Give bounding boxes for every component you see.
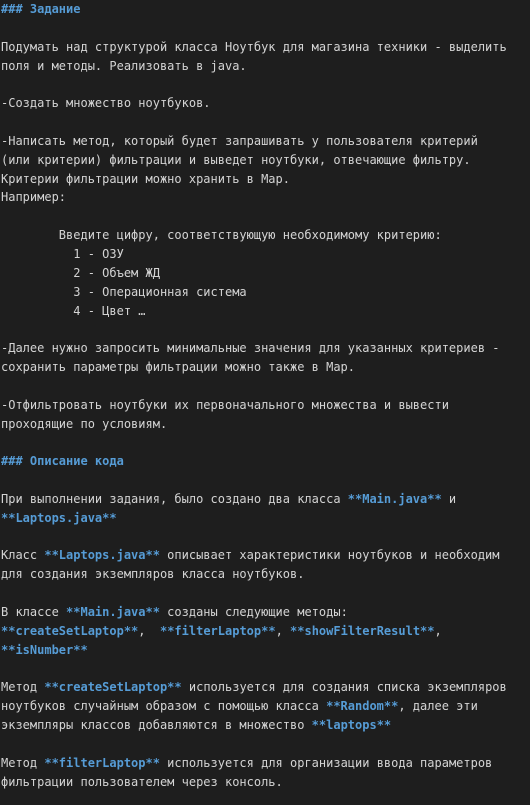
editor-line[interactable] — [1, 735, 530, 754]
markdown-bold: **Laptops.java** — [1, 510, 117, 525]
editor-line[interactable]: поля и методы. Реализовать в java. — [1, 57, 530, 76]
line-text: , далее эти — [398, 699, 478, 714]
editor-line[interactable]: ноутбуков случайным образом с помощью кл… — [1, 697, 530, 716]
line-text: сохранить параметры фильтрации можно так… — [1, 360, 356, 375]
editor-line[interactable]: 4 - Цвет … — [1, 302, 530, 321]
editor-line[interactable] — [1, 19, 530, 38]
editor-line[interactable]: -Создать множество ноутбуков. — [1, 94, 530, 113]
markdown-bold: **Random** — [326, 699, 399, 714]
editor-line[interactable]: В классе **Main.java** созданы следующие… — [1, 603, 530, 622]
editor-line[interactable]: Критерии фильтрации можно хранить в Map. — [1, 170, 530, 189]
line-text: В классе — [1, 605, 67, 619]
editor-line[interactable] — [1, 584, 530, 603]
line-text: -Написать метод, который будет запрашива… — [1, 133, 478, 148]
editor-line[interactable] — [1, 320, 530, 339]
editor-line[interactable]: экземпляры классов добавляются в множест… — [1, 716, 530, 735]
line-text: используется для организации ввода парам… — [159, 755, 493, 770]
editor-line[interactable] — [1, 433, 530, 452]
editor-line[interactable]: Подумать над структурой класса Ноутбук д… — [1, 38, 530, 57]
line-text: созданы следующие методы: — [159, 605, 348, 619]
markdown-bold: **Main.java** — [347, 491, 442, 506]
markdown-bold: **Main.java** — [66, 605, 160, 619]
line-text: -Отфильтровать ноутбуки их первоначально… — [1, 397, 449, 412]
line-text: Метод — [1, 680, 45, 695]
line-text: поля и методы. Реализовать в java. — [1, 58, 247, 73]
line-text: -Далее нужно запросить минимальные значе… — [1, 341, 500, 356]
editor-line[interactable] — [1, 528, 530, 547]
line-text: -Создать множество ноутбуков. — [1, 96, 211, 111]
line-text: фильтрации пользователем через консоль. — [1, 774, 283, 789]
editor-line[interactable]: Метод **createSetLaptop** используется д… — [1, 678, 530, 697]
line-text: Метод — [1, 755, 45, 770]
markdown-bold: **isNumber** — [1, 642, 88, 657]
editor-line[interactable] — [1, 113, 530, 132]
line-text: , — [138, 623, 160, 638]
line-text: Введите цифру, соответствующую необходим… — [1, 228, 442, 243]
editor-line[interactable]: фильтрации пользователем через консоль. — [1, 773, 530, 792]
line-text: экземпляры классов добавляются в множест… — [1, 718, 312, 733]
line-text: 1 - ОЗУ — [1, 246, 124, 261]
editor-line[interactable]: **Laptops.java** — [1, 509, 530, 528]
editor-line[interactable]: 1 - ОЗУ — [1, 245, 530, 264]
line-text: 4 - Цвет … — [1, 303, 146, 318]
markdown-bold: **createSetLaptop** — [44, 680, 182, 695]
line-text: проходящие по условиям. — [1, 416, 168, 431]
markdown-bold: **showFilterResult** — [290, 623, 435, 638]
markdown-bold: **laptops** — [311, 718, 392, 733]
editor-line[interactable]: ### Задание — [1, 0, 530, 19]
markdown-editor[interactable]: ### Задание Подумать над структурой класс… — [0, 0, 530, 805]
editor-line[interactable]: 2 - Объем ЖД — [1, 264, 530, 283]
line-text: Критерии фильтрации можно хранить в Map. — [1, 171, 290, 186]
editor-line[interactable]: ### Описание кода — [1, 452, 530, 471]
editor-line[interactable]: сохранить параметры фильтрации можно так… — [1, 358, 530, 377]
line-text: , — [434, 623, 442, 638]
editor-line[interactable]: 3 - Операционная система — [1, 283, 530, 302]
line-text: 3 - Операционная система — [1, 284, 247, 299]
editor-line[interactable]: **createSetLaptop**, **filterLaptop**, *… — [1, 622, 530, 641]
editor-line[interactable]: (или критерии) фильтрации и выведет ноут… — [1, 151, 530, 170]
line-text: При выполнении задания, было создано два… — [1, 491, 348, 506]
editor-line[interactable]: -Отфильтровать ноутбуки их первоначально… — [1, 396, 530, 415]
editor-line[interactable] — [1, 75, 530, 94]
editor-line[interactable]: -Далее нужно запросить минимальные значе… — [1, 339, 530, 358]
line-text: и — [441, 491, 457, 506]
markdown-bold: **filterLaptop** — [159, 623, 276, 638]
editor-line[interactable] — [1, 377, 530, 396]
editor-line[interactable]: **isNumber** — [1, 641, 530, 660]
editor-line[interactable]: проходящие по условиям. — [1, 415, 530, 434]
editor-line[interactable]: Класс **Laptops.java** описывает характе… — [1, 546, 530, 565]
line-text: , — [275, 623, 291, 638]
line-text: используется для создания списка экземпл… — [181, 680, 507, 695]
line-text: (или критерии) фильтрации и выведет ноут… — [1, 152, 471, 167]
markdown-bold: **Laptops.java** — [44, 548, 160, 563]
editor-line[interactable] — [1, 660, 530, 679]
line-text: описывает характеристики ноутбуков и нео… — [159, 548, 500, 563]
editor-line[interactable] — [1, 471, 530, 490]
editor-line[interactable]: При выполнении задания, было создано два… — [1, 490, 530, 509]
markdown-heading: ### Описание кода — [1, 454, 124, 469]
line-text: Например: — [1, 190, 67, 205]
editor-line[interactable]: Например: — [1, 188, 530, 207]
editor-line[interactable] — [1, 207, 530, 226]
markdown-bold: **filterLaptop** — [44, 755, 160, 770]
markdown-bold: **createSetLaptop** — [1, 623, 139, 638]
line-text: 2 - Объем ЖД — [1, 265, 160, 280]
editor-line[interactable]: -Написать метод, который будет запрашива… — [1, 132, 530, 151]
editor-line[interactable]: Метод **filterLaptop** используется для … — [1, 754, 530, 773]
markdown-heading: ### Задание — [1, 2, 81, 16]
line-text: Подумать над структурой класса Ноутбук д… — [1, 39, 507, 54]
line-text: Класс — [1, 548, 45, 563]
editor-line[interactable]: Введите цифру, соответствующую необходим… — [1, 226, 530, 245]
editor-line[interactable]: для создания экземпляров класса ноутбуко… — [1, 565, 530, 584]
line-text: для создания экземпляров класса ноутбуко… — [1, 567, 305, 582]
line-text: ноутбуков случайным образом с помощью кл… — [1, 699, 327, 714]
